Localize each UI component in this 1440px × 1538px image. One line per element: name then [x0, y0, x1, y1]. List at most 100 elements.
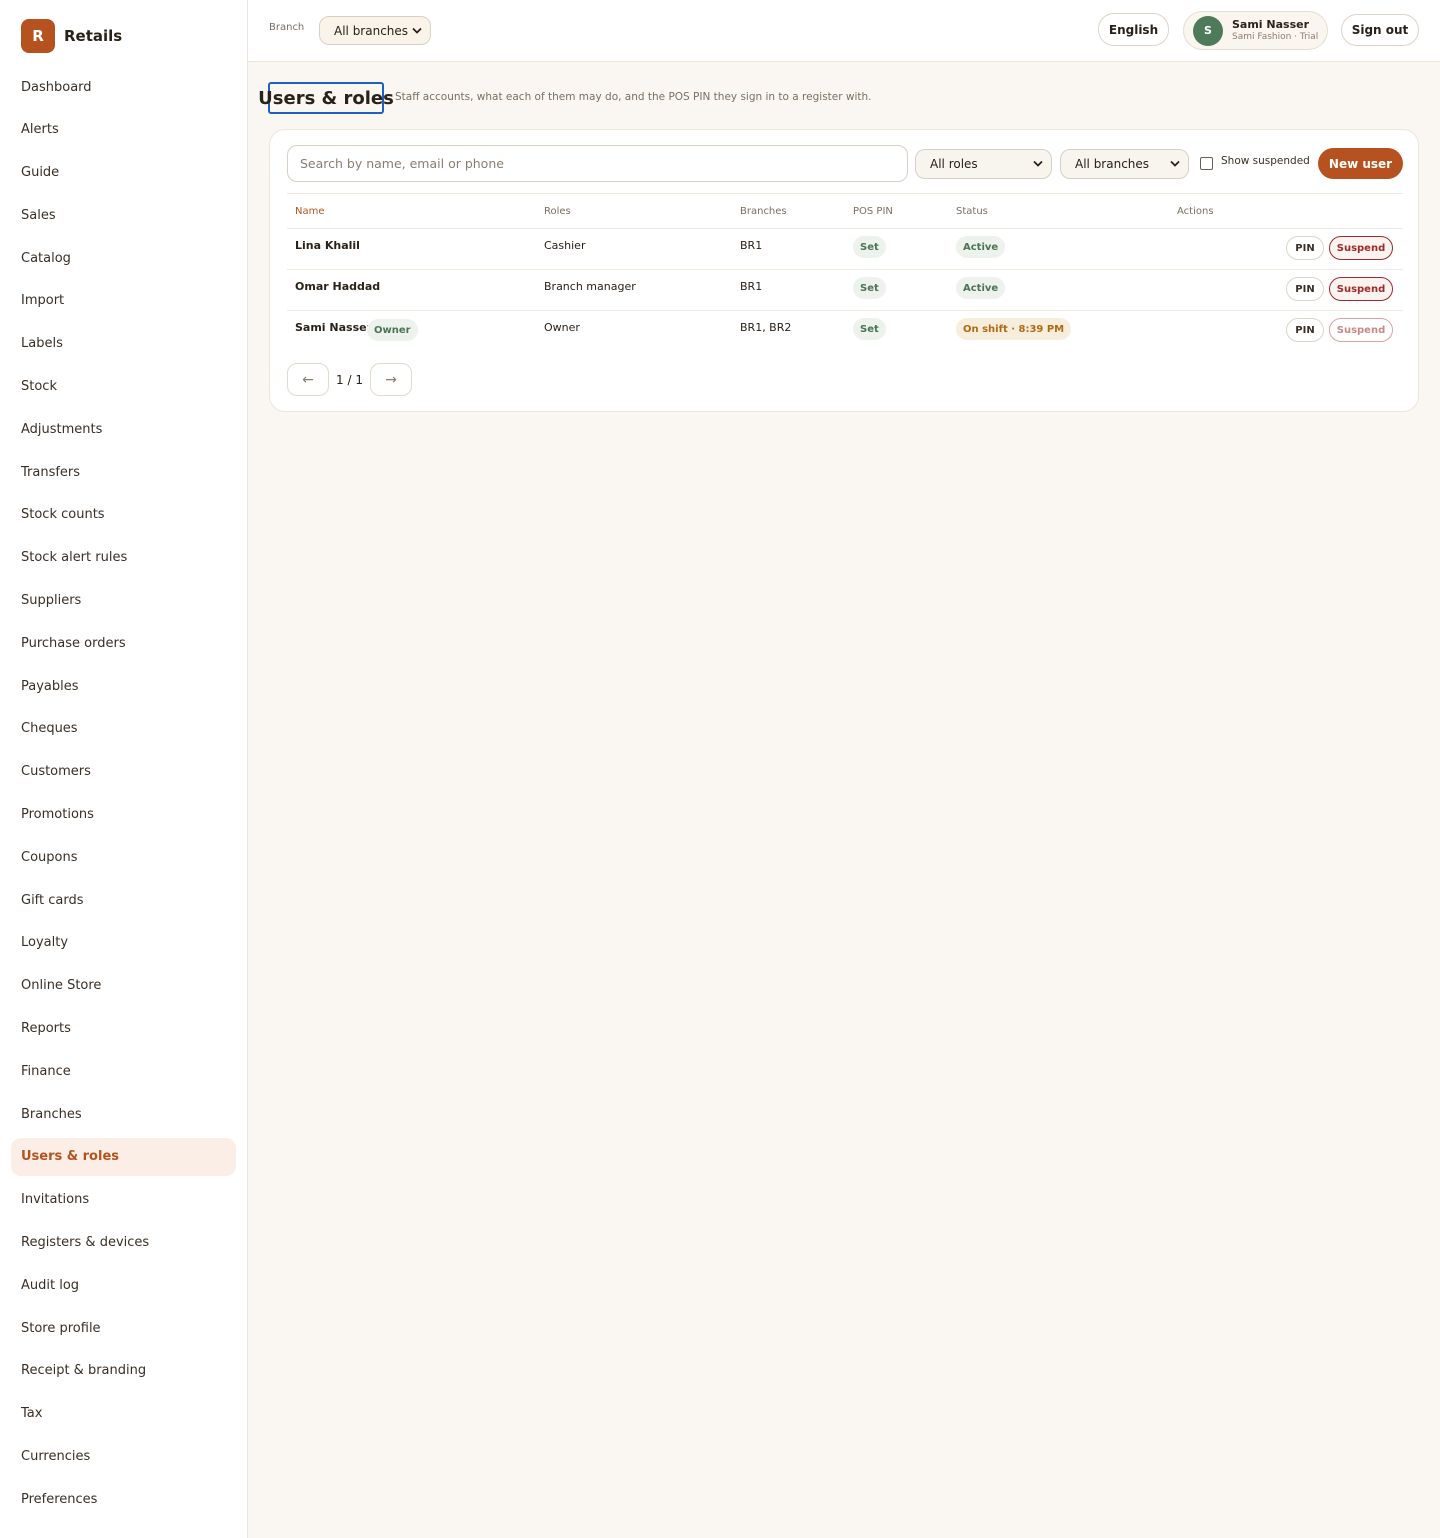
sidebar-item-stock-alert-rules[interactable]: Stock alert rules: [11, 539, 236, 577]
owner-badge: Owner: [367, 319, 418, 341]
chevron-down-icon: [1033, 160, 1043, 167]
table-row: Sami Nasser Owner Owner BR1, BR2 Set On shift…: [287, 311, 1403, 352]
sidebar-item-purchase-orders[interactable]: Purchase orders: [11, 624, 236, 662]
show-suspended-checkbox[interactable]: [1200, 157, 1213, 170]
sidebar-item-alerts[interactable]: Alerts: [11, 111, 236, 149]
sidebar-item-invitations[interactable]: Invitations: [11, 1181, 236, 1219]
column-header-pos-pin: POS PIN: [853, 206, 893, 217]
sidebar-item-preferences[interactable]: Preferences: [11, 1480, 236, 1518]
branches-filter-select[interactable]: All branches: [1060, 149, 1189, 179]
sidebar-item-registers-devices[interactable]: Registers & devices: [11, 1224, 236, 1262]
user-name-cell[interactable]: Sami Nasser: [295, 321, 372, 334]
sidebar-item-adjustments[interactable]: Adjustments: [11, 410, 236, 448]
sidebar-item-stock[interactable]: Stock: [11, 368, 236, 406]
roles-cell: Branch manager: [544, 280, 636, 293]
sidebar-item-reports[interactable]: Reports: [11, 1010, 236, 1048]
brand[interactable]: R Retails: [21, 19, 122, 53]
sidebar-item-promotions[interactable]: Promotions: [11, 796, 236, 834]
sidebar-item-suppliers[interactable]: Suppliers: [11, 582, 236, 620]
branches-filter-value: All branches: [1075, 157, 1150, 171]
suspend-button[interactable]: Suspend: [1329, 236, 1393, 260]
sidebar-item-receipt-branding[interactable]: Receipt & branding: [11, 1352, 236, 1390]
page-indicator: 1 / 1: [336, 372, 363, 387]
sidebar-item-transfers[interactable]: Transfers: [11, 453, 236, 491]
user-name: Sami Nasser: [1232, 18, 1310, 31]
sidebar-item-finance[interactable]: Finance: [11, 1052, 236, 1090]
pagination: ← 1 / 1 →: [287, 363, 412, 396]
next-page-button[interactable]: →: [370, 363, 412, 396]
sidebar-item-branches[interactable]: Branches: [11, 1095, 236, 1133]
users-table: Name Roles Branches POS PIN Status Actio…: [287, 193, 1403, 352]
branches-cell: BR1: [740, 280, 763, 293]
table-body: Lina Khalil Cashier BR1 Set Active PIN Suspend…: [287, 229, 1403, 352]
show-suspended-label[interactable]: Show suspended: [1221, 155, 1310, 167]
chevron-down-icon: [1170, 160, 1180, 167]
sidebar-item-online-store[interactable]: Online Store: [11, 967, 236, 1005]
users-card: All roles All branches Show suspended Ne…: [269, 129, 1419, 412]
brand-name: Retails: [64, 27, 123, 45]
column-header-branches: Branches: [740, 206, 787, 217]
pin-button[interactable]: PIN: [1286, 318, 1324, 342]
branches-cell: BR1, BR2: [740, 321, 792, 334]
suspend-button: Suspend: [1329, 318, 1393, 342]
page-subtitle: Staff accounts, what each of them may do…: [395, 91, 872, 103]
roles-cell: Cashier: [544, 239, 586, 252]
sidebar-item-coupons[interactable]: Coupons: [11, 838, 236, 876]
sidebar-item-store-profile[interactable]: Store profile: [11, 1309, 236, 1347]
roles-filter-select[interactable]: All roles: [915, 149, 1052, 179]
sidebar-item-sales[interactable]: Sales: [11, 196, 236, 234]
column-header-status: Status: [956, 206, 988, 217]
user-name-cell[interactable]: Omar Haddad: [295, 280, 380, 293]
sidebar-item-labels[interactable]: Labels: [11, 325, 236, 363]
user-menu[interactable]: S Sami Nasser Sami Fashion · Trial: [1183, 11, 1328, 50]
table-row: Lina Khalil Cashier BR1 Set Active PIN Suspend: [287, 229, 1403, 270]
pin-button[interactable]: PIN: [1286, 277, 1324, 301]
sidebar-item-payables[interactable]: Payables: [11, 667, 236, 705]
table-row: Omar Haddad Branch manager BR1 Set Active PIN…: [287, 270, 1403, 311]
pos-pin-badge: Set: [853, 236, 886, 258]
table-header: Name Roles Branches POS PIN Status Actio…: [287, 193, 1403, 229]
sidebar-item-loyalty[interactable]: Loyalty: [11, 924, 236, 962]
status-badge: Active: [956, 236, 1006, 258]
user-org: Sami Fashion · Trial: [1232, 32, 1319, 42]
prev-page-button[interactable]: ←: [287, 363, 329, 396]
roles-filter-value: All roles: [930, 157, 978, 171]
sidebar-item-import[interactable]: Import: [11, 282, 236, 320]
topbar: Branch All branches English S Sami Nasse…: [248, 0, 1440, 62]
user-name-cell[interactable]: Lina Khalil: [295, 239, 360, 252]
branch-select[interactable]: All branches: [319, 16, 431, 45]
column-header-name[interactable]: Name: [295, 206, 325, 217]
sidebar-item-users-roles[interactable]: Users & roles: [11, 1137, 236, 1176]
branches-cell: BR1: [740, 239, 763, 252]
sidebar-nav: Dashboard Alerts Guide Sales Catalog Import La…: [11, 68, 236, 1523]
brand-logo: R: [21, 19, 55, 53]
pos-pin-badge: Set: [853, 318, 886, 340]
branch-select-value: All branches: [334, 23, 409, 38]
suspend-button[interactable]: Suspend: [1329, 277, 1393, 301]
sidebar-item-customers[interactable]: Customers: [11, 753, 236, 791]
search-input[interactable]: [287, 145, 908, 182]
sidebar-item-gift-cards[interactable]: Gift cards: [11, 881, 236, 919]
column-header-roles: Roles: [544, 206, 571, 217]
sidebar-item-tax[interactable]: Tax: [11, 1395, 236, 1433]
sidebar: R Retails Dashboard Alerts Guide Sales Catal…: [0, 0, 248, 1538]
sidebar-item-cheques[interactable]: Cheques: [11, 710, 236, 748]
pin-button[interactable]: PIN: [1286, 236, 1324, 260]
sidebar-item-stock-counts[interactable]: Stock counts: [11, 496, 236, 534]
status-badge: On shift · 8:39 PM: [956, 318, 1072, 340]
sidebar-item-guide[interactable]: Guide: [11, 154, 236, 192]
pos-pin-badge: Set: [853, 277, 886, 299]
avatar: S: [1193, 15, 1223, 46]
new-user-button[interactable]: New user: [1318, 148, 1403, 179]
sidebar-item-catalog[interactable]: Catalog: [11, 239, 236, 277]
sign-out-button[interactable]: Sign out: [1341, 14, 1419, 46]
branch-label: Branch: [269, 22, 305, 33]
language-button[interactable]: English: [1098, 13, 1169, 46]
chevron-down-icon: [412, 27, 422, 34]
sidebar-item-dashboard[interactable]: Dashboard: [11, 68, 236, 106]
sidebar-item-audit-log[interactable]: Audit log: [11, 1266, 236, 1304]
sidebar-item-currencies[interactable]: Currencies: [11, 1438, 236, 1476]
status-badge: Active: [956, 277, 1006, 299]
column-header-actions: Actions: [1177, 206, 1214, 217]
page-title: Users & roles: [258, 82, 394, 114]
